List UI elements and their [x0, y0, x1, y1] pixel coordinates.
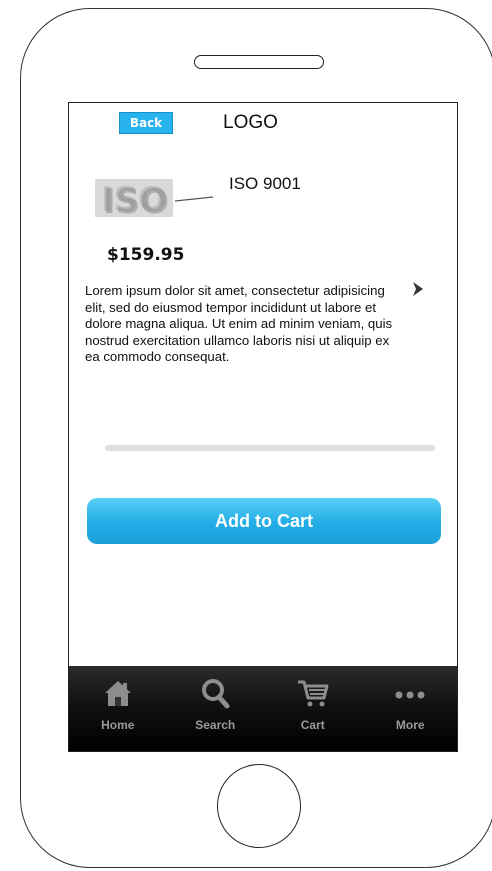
cart-icon	[297, 680, 329, 707]
svg-text:ISO: ISO	[103, 182, 169, 221]
product-price: $159.95	[107, 245, 185, 265]
app-screen: Back LOGO ISO ISO ISO 9001 $159.95 Lorem…	[68, 102, 458, 752]
tab-cart-label: Cart	[300, 718, 325, 732]
tab-search[interactable]: Search	[167, 666, 265, 751]
tab-bar: Home Search Cart More	[69, 666, 458, 751]
phone-speaker	[194, 55, 324, 69]
tab-home-label: Home	[101, 718, 135, 732]
product-description: Lorem ipsum dolor sit amet, consectetur …	[85, 283, 393, 364]
tab-cart[interactable]: Cart	[264, 666, 362, 751]
product-title: ISO 9001	[229, 174, 301, 193]
tab-home[interactable]: Home	[69, 666, 167, 751]
search-icon	[202, 679, 230, 709]
chevron-right-icon[interactable]	[407, 279, 427, 299]
divider	[105, 445, 435, 451]
product-image: ISO ISO	[95, 179, 214, 221]
tab-more-label: More	[395, 718, 425, 732]
tab-search-label: Search	[195, 718, 236, 732]
logo: LOGO	[223, 112, 278, 133]
tab-more[interactable]: More	[362, 666, 458, 751]
home-icon	[104, 681, 131, 706]
add-to-cart-button[interactable]: Add to Cart	[87, 498, 441, 544]
back-button[interactable]: Back	[119, 112, 173, 134]
phone-home-button[interactable]	[217, 764, 301, 848]
more-icon	[395, 691, 425, 699]
